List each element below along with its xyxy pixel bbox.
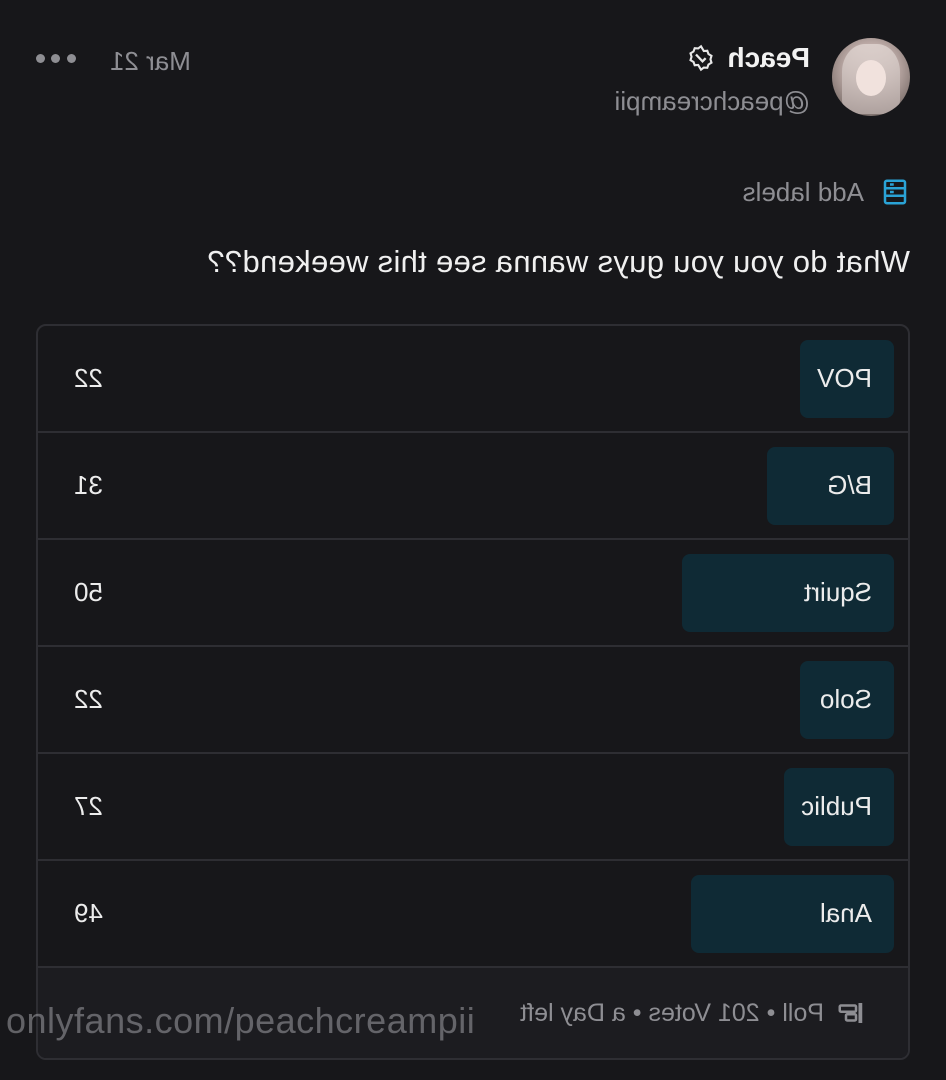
poll-option-label: POV bbox=[817, 363, 872, 393]
verified-badge-icon bbox=[689, 44, 714, 72]
poll-option[interactable]: Anal 49 bbox=[38, 861, 908, 968]
poll-footer: Poll • 201 Votes • a Day left bbox=[38, 968, 908, 1058]
poll-option-label: Squirt bbox=[804, 577, 872, 607]
poll-option-label: Public bbox=[801, 791, 872, 821]
poll-option-votes: 31 bbox=[74, 470, 103, 500]
poll: POV 22 B/G 31 Squirt 50 Solo 22 Public 27 Anal 49 P… bbox=[36, 324, 910, 1060]
poll-option-votes: 22 bbox=[74, 684, 103, 714]
post-date: Mar 21 bbox=[110, 46, 191, 76]
handle[interactable]: @peachcreampii bbox=[615, 86, 810, 117]
poll-option[interactable]: B/G 31 bbox=[38, 433, 908, 540]
poll-icon bbox=[838, 1003, 863, 1023]
avatar[interactable] bbox=[832, 38, 910, 116]
poll-option[interactable]: Public 27 bbox=[38, 754, 908, 861]
poll-option-votes: 49 bbox=[74, 898, 103, 928]
more-dot bbox=[36, 53, 45, 63]
post-header: Peach @peachcreampii Mar 21 bbox=[36, 34, 910, 146]
poll-option-votes: 50 bbox=[74, 577, 103, 607]
post-text: What do you you guys wanna see this week… bbox=[207, 244, 910, 279]
add-labels-button[interactable]: Add labels bbox=[36, 176, 910, 208]
more-options-icon[interactable] bbox=[36, 48, 76, 68]
author-block: Peach @peachcreampii bbox=[615, 42, 810, 117]
label-icon bbox=[883, 179, 907, 205]
more-dot bbox=[67, 53, 76, 63]
poll-option[interactable]: Solo 22 bbox=[38, 647, 908, 754]
display-name[interactable]: Peach bbox=[728, 42, 811, 74]
more-dot bbox=[51, 53, 61, 63]
poll-summary: Poll • 201 Votes • a Day left bbox=[520, 998, 824, 1027]
poll-option-label: Anal bbox=[819, 898, 872, 928]
poll-option-label: B/G bbox=[827, 470, 872, 500]
poll-option-label: Solo bbox=[819, 684, 872, 714]
poll-option[interactable]: POV 22 bbox=[38, 326, 908, 433]
poll-options: POV 22 B/G 31 Squirt 50 Solo 22 Public 27 Anal 49 bbox=[38, 326, 908, 968]
poll-option-votes: 22 bbox=[74, 363, 103, 393]
poll-option-votes: 27 bbox=[74, 791, 103, 821]
name-row: Peach bbox=[615, 42, 810, 74]
poll-option[interactable]: Squirt 50 bbox=[38, 540, 908, 647]
add-labels-label: Add labels bbox=[742, 176, 864, 207]
post-card: Peach @peachcreampii Mar 21 Add labels W… bbox=[36, 34, 910, 1060]
mirrored-screen: Peach @peachcreampii Mar 21 Add labels W… bbox=[0, 0, 946, 1080]
avatar-face bbox=[856, 60, 886, 96]
